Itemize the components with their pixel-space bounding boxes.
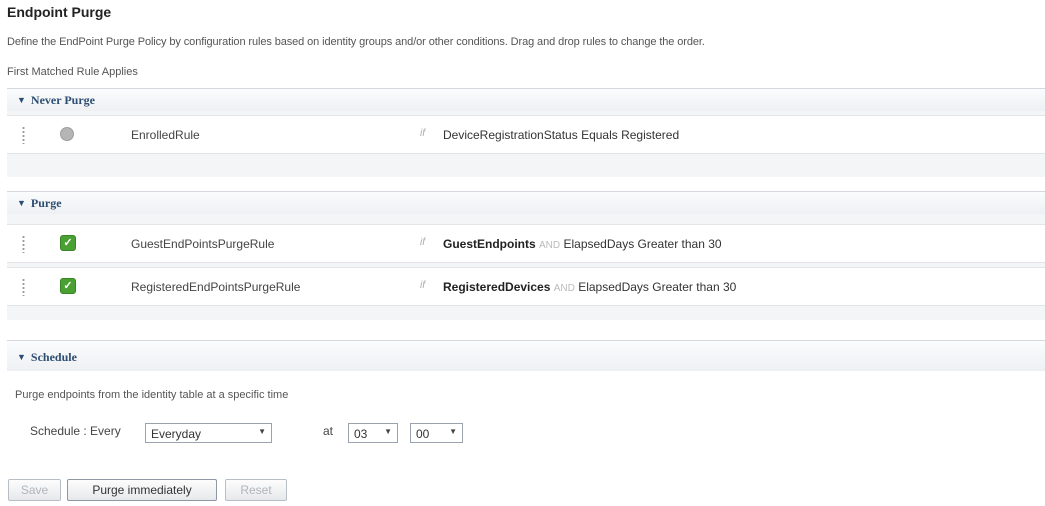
rule-condition[interactable]: RegisteredDevices AND ElapsedDays Greate… — [443, 280, 736, 294]
page-description: Define the EndPoint Purge Policy by conf… — [7, 36, 705, 48]
collapse-triangle-icon[interactable]: ▼ — [17, 95, 26, 105]
rule-condition[interactable]: DeviceRegistrationStatus Equals Register… — [443, 128, 679, 142]
purge-header[interactable]: ▼ Purge — [7, 192, 1045, 214]
schedule-section: ▼ Schedule — [7, 340, 1045, 371]
if-label: if — [420, 128, 425, 139]
status-disabled-icon[interactable] — [60, 127, 74, 141]
and-operator: AND — [553, 283, 575, 294]
reset-button[interactable]: Reset — [225, 479, 287, 501]
purge-section: ▼ Purge ✓ GuestEndPointsPurgeRule if Gues… — [7, 191, 1045, 320]
rule-name[interactable]: EnrolledRule — [131, 128, 200, 142]
save-button[interactable]: Save — [8, 479, 61, 501]
rule-row-registered[interactable]: ✓ RegisteredEndPointsPurgeRule if Regist… — [7, 267, 1045, 306]
rule-name[interactable]: GuestEndPointsPurgeRule — [131, 237, 274, 251]
collapse-triangle-icon[interactable]: ▼ — [17, 352, 26, 362]
purge-immediately-button[interactable]: Purge immediately — [67, 479, 217, 501]
if-label: if — [420, 237, 425, 248]
hour-select[interactable]: 03 ▼ — [348, 423, 398, 443]
rule-row-enrolled[interactable]: EnrolledRule if DeviceRegistrationStatus… — [7, 115, 1045, 154]
schedule-header[interactable]: ▼ Schedule — [7, 341, 1045, 371]
status-enabled-icon[interactable]: ✓ — [60, 278, 76, 294]
collapse-triangle-icon[interactable]: ▼ — [17, 198, 26, 208]
schedule-description: Purge endpoints from the identity table … — [15, 389, 289, 401]
rule-row-guest[interactable]: ✓ GuestEndPointsPurgeRule if GuestEndpoi… — [7, 224, 1045, 263]
condition-text: ElapsedDays Greater than 30 — [563, 237, 722, 251]
minute-value: 00 — [416, 427, 430, 441]
hour-value: 03 — [354, 427, 368, 441]
schedule-title: Schedule — [30, 350, 77, 364]
first-matched-note: First Matched Rule Applies — [7, 66, 138, 78]
condition-text: ElapsedDays Greater than 30 — [578, 280, 737, 294]
chevron-down-icon: ▼ — [384, 427, 392, 436]
identity-group: GuestEndpoints — [443, 237, 536, 251]
schedule-label: Schedule : Every — [30, 424, 121, 438]
and-operator: AND — [539, 240, 561, 251]
at-label: at — [323, 424, 334, 438]
page-title: Endpoint Purge — [7, 4, 112, 20]
frequency-value: Everyday — [151, 427, 202, 441]
never-purge-header[interactable]: ▼ Never Purge — [7, 89, 1045, 111]
chevron-down-icon: ▼ — [258, 427, 266, 436]
drag-handle-icon[interactable] — [22, 278, 25, 296]
drag-handle-icon[interactable] — [22, 126, 25, 144]
purge-title: Purge — [30, 196, 62, 210]
identity-group: RegisteredDevices — [443, 280, 551, 294]
chevron-down-icon: ▼ — [449, 427, 457, 436]
status-enabled-icon[interactable]: ✓ — [60, 235, 76, 251]
never-purge-section: ▼ Never Purge EnrolledRule if DeviceRegis… — [7, 88, 1045, 177]
never-purge-title: Never Purge — [30, 93, 96, 107]
rule-name[interactable]: RegisteredEndPointsPurgeRule — [131, 280, 300, 294]
if-label: if — [420, 280, 425, 291]
rule-condition[interactable]: GuestEndpoints AND ElapsedDays Greater t… — [443, 237, 722, 251]
drag-handle-icon[interactable] — [22, 235, 25, 253]
minute-select[interactable]: 00 ▼ — [410, 423, 463, 443]
frequency-select[interactable]: Everyday ▼ — [145, 423, 272, 443]
